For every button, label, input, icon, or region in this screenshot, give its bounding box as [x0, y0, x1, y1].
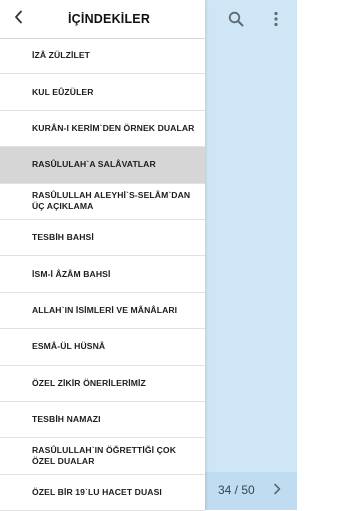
toc-item-label: RASÛLULLAH ALEYHİ`S-SELÂM`DAN ÜÇ AÇIKLAM… — [32, 190, 191, 212]
toc-item-label: ÖZEL BİR 19`LU HACET DUASI — [32, 486, 162, 497]
toc-item-label: İSM-İ ÂZÂM BAHSİ — [32, 268, 111, 279]
drawer-header: İÇİNDEKİLER — [0, 0, 205, 39]
toc-item-label: ALLAH`IN İSİMLERİ VE MÂNÂLARI — [32, 304, 178, 315]
toc-item-label: RASÛLULLAH`IN ÖĞRETTİĞİ ÇOK ÖZEL DUALAR — [32, 444, 177, 466]
more-vertical-icon — [273, 11, 279, 32]
toc-item[interactable]: ÖZEL BİR 19`LU HACET DUASI — [0, 475, 205, 511]
back-button[interactable] — [6, 6, 30, 32]
toc-item[interactable]: KURÂN-I KERİM`DEN ÖRNEK DUALAR — [0, 111, 205, 148]
toc-item-label: TESBİH NAMAZI — [32, 414, 101, 425]
drawer-title: İÇİNDEKİLER — [68, 12, 151, 26]
toc-item-label: ESMÂ-ÜL HÜSNÂ — [32, 341, 106, 352]
toc-item-label: TESBİH BAHSİ — [32, 232, 94, 243]
toc-item-label: KUL EÛZÜLER — [32, 86, 94, 97]
more-options-button[interactable] — [264, 9, 288, 33]
next-page-button[interactable] — [268, 480, 286, 502]
toc-item[interactable]: RASÛLULLAH`IN ÖĞRETTİĞİ ÇOK ÖZEL DUALAR — [0, 438, 205, 475]
toc-item[interactable]: TESBİH NAMAZI — [0, 402, 205, 439]
toc-list: İZÂ ZÜLZİLET KUL EÛZÜLER KURÂN-I KERİM`D… — [0, 38, 205, 511]
table-of-contents-drawer: İÇİNDEKİLER İZÂ ZÜLZİLET KUL EÛZÜLER KUR… — [0, 0, 205, 511]
toc-item[interactable]: RASÛLULLAH ALEYHİ`S-SELÂM`DAN ÜÇ AÇIKLAM… — [0, 184, 205, 220]
toc-item[interactable]: ALLAH`IN İSİMLERİ VE MÂNÂLARI — [0, 293, 205, 330]
reader-content-area — [205, 0, 297, 510]
reader-margin — [297, 0, 340, 510]
toc-item[interactable]: İSM-İ ÂZÂM BAHSİ — [0, 256, 205, 293]
chevron-left-icon — [14, 10, 23, 29]
toc-item[interactable]: TESBİH BAHSİ — [0, 220, 205, 257]
toc-item-label: KURÂN-I KERİM`DEN ÖRNEK DUALAR — [32, 122, 195, 133]
toc-item[interactable]: İZÂ ZÜLZİLET — [0, 38, 205, 75]
toc-item[interactable]: ESMÂ-ÜL HÜSNÂ — [0, 329, 205, 366]
search-button[interactable] — [224, 9, 248, 33]
toc-item[interactable]: KUL EÛZÜLER — [0, 74, 205, 111]
toc-item[interactable]: ÖZEL ZİKİR ÖNERİLERİMİZ — [0, 366, 205, 402]
toc-item-label: ÖZEL ZİKİR ÖNERİLERİMİZ — [32, 377, 146, 388]
page-indicator: 34 / 50 — [218, 483, 255, 497]
toc-item-label: İZÂ ZÜLZİLET — [32, 50, 91, 61]
search-icon — [228, 11, 244, 32]
chevron-right-icon — [273, 482, 281, 500]
toc-item-label: RASÛLULAH`A SALÂVATLAR — [32, 159, 156, 170]
toc-item-selected[interactable]: RASÛLULAH`A SALÂVATLAR — [0, 147, 205, 184]
